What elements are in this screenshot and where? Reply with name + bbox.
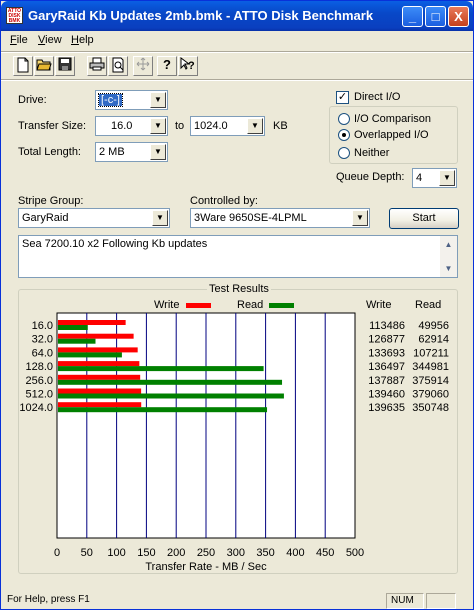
write-bar — [58, 388, 142, 394]
category-label: 16.0 — [32, 320, 53, 332]
status-num-indicator: NUM — [386, 593, 424, 609]
x-tick-label: 150 — [137, 547, 155, 559]
read-bar — [58, 338, 96, 344]
x-tick-label: 50 — [81, 547, 93, 559]
write-value: 137887 — [368, 375, 405, 387]
read-bar — [58, 352, 122, 358]
read-value: 344981 — [412, 361, 449, 373]
write-value: 126877 — [368, 334, 405, 346]
app-window: ATTO DISK BMK GaryRaid Kb Updates 2mb.bm… — [0, 0, 474, 610]
read-value: 49956 — [418, 320, 449, 332]
x-axis-label: Transfer Rate - MB / Sec — [145, 561, 267, 573]
write-value: 136497 — [368, 361, 405, 373]
read-bar — [58, 393, 284, 399]
x-tick-label: 400 — [286, 547, 304, 559]
category-label: 256.0 — [25, 375, 53, 387]
write-value: 139635 — [368, 402, 405, 414]
x-tick-label: 200 — [167, 547, 185, 559]
x-tick-label: 350 — [256, 547, 274, 559]
read-bar — [58, 366, 264, 372]
write-value: 139460 — [368, 389, 405, 401]
status-empty-panel — [426, 593, 456, 609]
category-label: 128.0 — [25, 361, 53, 373]
read-value: 375914 — [412, 375, 449, 387]
write-bar — [58, 361, 140, 367]
status-bar: For Help, press F1 NUM — [1, 591, 473, 609]
category-label: 64.0 — [32, 347, 53, 359]
read-value: 379060 — [412, 389, 449, 401]
category-label: 32.0 — [32, 334, 53, 346]
write-bar — [58, 347, 138, 353]
write-bar — [58, 374, 141, 380]
category-label: 1024.0 — [19, 402, 53, 414]
transfer-rate-chart: 0 50 100 150 200 250 300 350 400 450 500 Transfer R… — [19, 312, 449, 573]
x-tick-label: 450 — [316, 547, 334, 559]
category-label: 512.0 — [25, 389, 53, 401]
x-tick-label: 100 — [107, 547, 125, 559]
x-tick-label: 250 — [197, 547, 215, 559]
read-value: 62914 — [418, 334, 449, 346]
status-help-text: For Help, press F1 — [7, 594, 90, 605]
x-tick-label: 0 — [54, 547, 60, 559]
read-bar — [58, 325, 88, 330]
write-bar — [58, 402, 142, 408]
read-bar — [58, 379, 283, 385]
write-bar — [58, 320, 126, 325]
write-value: 133693 — [368, 347, 405, 359]
write-value: 113486 — [369, 320, 405, 332]
write-bar — [58, 333, 134, 339]
read-value: 107211 — [413, 347, 449, 359]
x-tick-label: 500 — [346, 547, 364, 559]
read-bar — [58, 407, 268, 413]
read-value: 350748 — [412, 402, 449, 414]
x-tick-label: 300 — [227, 547, 245, 559]
